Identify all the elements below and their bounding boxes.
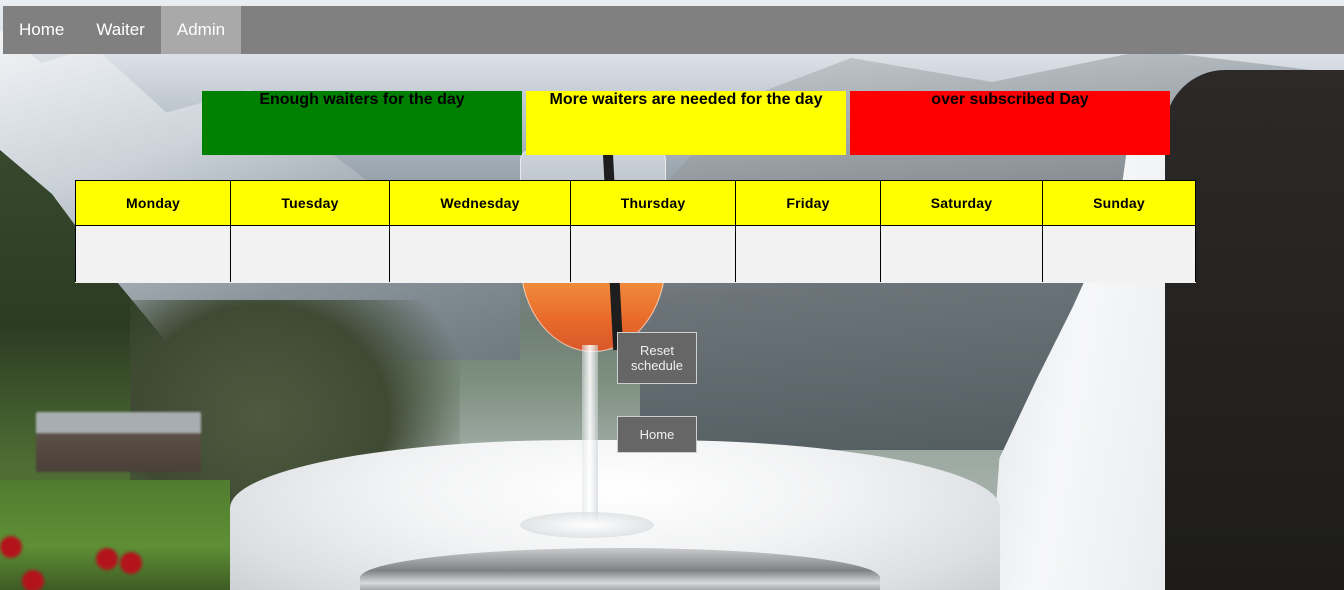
day-header-friday: Friday (735, 180, 881, 226)
day-header-sunday: Sunday (1042, 180, 1196, 226)
day-header-saturday: Saturday (880, 180, 1043, 226)
admin-page: Home Waiter Admin Enough waiters for the… (0, 0, 1344, 590)
schedule-row (75, 225, 1196, 283)
day-cell-saturday[interactable] (880, 225, 1043, 283)
day-header-monday: Monday (75, 180, 231, 226)
legend-enough-waiters: Enough waiters for the day (202, 91, 522, 155)
day-header-thursday: Thursday (570, 180, 736, 226)
day-cell-wednesday[interactable] (389, 225, 571, 283)
nav-waiter[interactable]: Waiter (80, 6, 161, 54)
day-header-wednesday: Wednesday (389, 180, 571, 226)
reset-schedule-button[interactable]: Reset schedule (617, 332, 697, 384)
background-waiter-vest (1165, 70, 1344, 590)
background-flower (96, 548, 118, 570)
day-cell-tuesday[interactable] (230, 225, 390, 283)
legend-more-needed: More waiters are needed for the day (526, 91, 846, 155)
background-chalet (36, 412, 201, 472)
day-cell-thursday[interactable] (570, 225, 736, 283)
legend-needed-label: More waiters are needed for the day (549, 91, 823, 108)
background-flower (0, 536, 22, 558)
background-glass-stem (582, 345, 598, 523)
background-flower (22, 570, 44, 590)
day-cell-friday[interactable] (735, 225, 881, 283)
day-cell-sunday[interactable] (1042, 225, 1196, 283)
nav-admin[interactable]: Admin (160, 6, 242, 54)
day-header-tuesday: Tuesday (230, 180, 390, 226)
schedule-header-row: Monday Tuesday Wednesday Thursday Friday… (75, 180, 1196, 226)
day-cell-monday[interactable] (75, 225, 231, 283)
background-flower (120, 552, 142, 574)
background-glass-foot (520, 512, 654, 538)
weekly-schedule-table: Monday Tuesday Wednesday Thursday Friday… (75, 180, 1196, 283)
legend-over-label: over subscribed Day (931, 91, 1089, 108)
legend-enough-label: Enough waiters for the day (259, 91, 465, 108)
legend-over-subscribed: over subscribed Day (850, 91, 1170, 155)
top-navbar: Home Waiter Admin (3, 6, 1344, 54)
home-button[interactable]: Home (617, 416, 697, 453)
nav-home[interactable]: Home (3, 6, 80, 54)
